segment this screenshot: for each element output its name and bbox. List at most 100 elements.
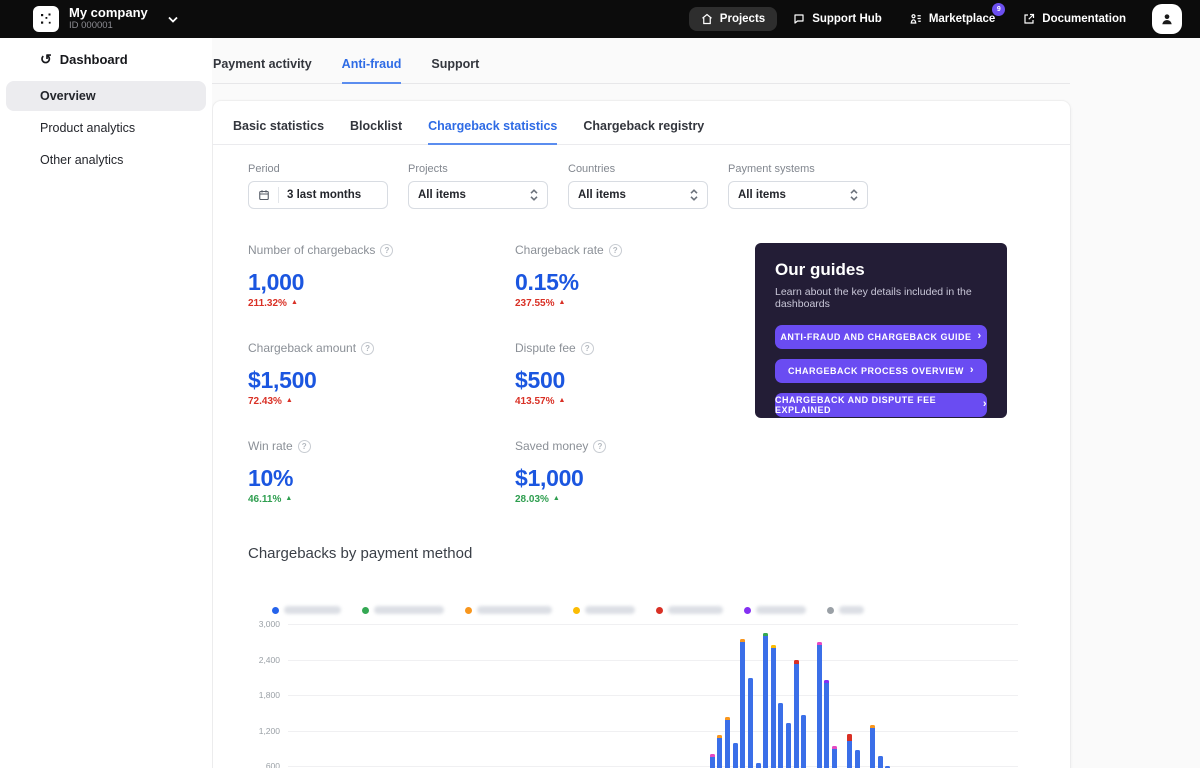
company-switcher[interactable]: My company ID 000001 (33, 6, 178, 32)
topbar-button-projects[interactable]: Projects (689, 7, 777, 31)
bar-fill (717, 738, 722, 768)
topbar-button-label: Support Hub (812, 13, 882, 25)
tab-anti-fraud[interactable]: Anti-fraud (342, 57, 402, 84)
stat-label-text: Chargeback rate (515, 243, 604, 257)
legend-item-6[interactable] (827, 606, 864, 614)
y-axis-tick: 1,800 (248, 690, 280, 700)
chart-bar[interactable] (847, 734, 852, 768)
chart-bar[interactable] (832, 746, 837, 768)
avatar-button[interactable] (1152, 4, 1182, 34)
help-question-icon[interactable]: ? (298, 440, 311, 453)
chevron-right-icon: › (970, 364, 974, 376)
chart-bar[interactable] (824, 680, 829, 768)
legend-dot (362, 607, 369, 614)
chart-bar[interactable] (878, 756, 883, 768)
chart-bar[interactable] (778, 703, 783, 768)
stat-value: $1,000 (515, 465, 755, 492)
guide-button-label: ANTI-FRAUD AND CHARGEBACK GUIDE (780, 332, 971, 342)
filter-select[interactable]: All items (568, 181, 708, 209)
guide-button[interactable]: CHARGEBACK AND DISPUTE FEE EXPLAINED› (775, 393, 987, 417)
sidebar-item-overview[interactable]: Overview (6, 81, 206, 111)
chart-bar[interactable] (733, 743, 738, 768)
filter-select[interactable]: All items (408, 181, 548, 209)
tab-payment-activity[interactable]: Payment activity (213, 57, 312, 84)
stat-win-rate: Win rate?10%46.11%▲ (248, 439, 515, 505)
bar-fill (725, 720, 730, 768)
chart-bar[interactable] (855, 750, 860, 768)
person-icon (1160, 12, 1174, 26)
stat-value: $500 (515, 367, 755, 394)
legend-label-redacted (668, 606, 723, 614)
sidebar-header[interactable]: ↺ Dashboard (40, 52, 212, 67)
sidebar-item-other-analytics[interactable]: Other analytics (6, 145, 206, 175)
tab-basic-statistics[interactable]: Basic statistics (233, 119, 324, 145)
stat-label-text: Number of chargebacks (248, 243, 375, 257)
stat-delta: 46.11%▲ (248, 494, 515, 505)
guide-button[interactable]: CHARGEBACK PROCESS OVERVIEW› (775, 359, 987, 383)
chart-bar[interactable] (801, 715, 806, 768)
chevron-right-icon: › (978, 330, 982, 342)
help-question-icon[interactable]: ? (581, 342, 594, 355)
period-date-input[interactable]: 3 last months (248, 181, 388, 209)
guide-button[interactable]: ANTI-FRAUD AND CHARGEBACK GUIDE › (775, 325, 987, 349)
legend-item-0[interactable] (272, 606, 341, 614)
help-question-icon[interactable]: ? (361, 342, 374, 355)
stat-label: Saved money? (515, 439, 755, 453)
topbar-button-label: Projects (720, 13, 765, 25)
chart-bar[interactable] (771, 645, 776, 768)
y-axis-tick: 600 (248, 761, 280, 768)
filter-value: All items (738, 189, 850, 201)
legend-item-2[interactable] (465, 606, 552, 614)
filter-select[interactable]: All items (728, 181, 868, 209)
topbar-button-support-hub[interactable]: Support Hub (781, 7, 894, 31)
stat-value: 10% (248, 465, 515, 492)
tab-support[interactable]: Support (431, 57, 479, 84)
bar-fill (740, 642, 745, 768)
bar-fill (794, 664, 799, 768)
chart-bar[interactable] (794, 660, 799, 768)
chart-bar[interactable] (725, 717, 730, 768)
sidebar-header-label: Dashboard (60, 52, 128, 67)
legend-label-redacted (756, 606, 806, 614)
chart-bar[interactable] (740, 639, 745, 768)
topbar-button-documentation[interactable]: Documentation (1011, 7, 1138, 31)
help-question-icon[interactable]: ? (609, 244, 622, 257)
sidebar-item-product-analytics[interactable]: Product analytics (6, 113, 206, 143)
stat-delta-text: 211.32% (248, 298, 287, 309)
legend-item-1[interactable] (362, 606, 444, 614)
y-axis-tick: 1,200 (248, 726, 280, 736)
chart-bar[interactable] (817, 642, 822, 768)
legend-dot (656, 607, 663, 614)
tab-chargeback-statistics[interactable]: Chargeback statistics (428, 119, 557, 145)
tab-chargeback-registry[interactable]: Chargeback registry (583, 119, 704, 145)
legend-label-redacted (585, 606, 635, 614)
help-question-icon[interactable]: ? (380, 244, 393, 257)
legend-item-3[interactable] (573, 606, 635, 614)
stat-chargeback-rate: Chargeback rate?0.15%237.55%▲ (515, 243, 755, 309)
legend-dot (744, 607, 751, 614)
chart-bar[interactable] (748, 678, 753, 768)
tab-blocklist[interactable]: Blocklist (350, 119, 402, 145)
chart-bar[interactable] (763, 633, 768, 768)
chart-bar[interactable] (756, 763, 761, 768)
chart-bar[interactable] (786, 723, 791, 768)
topbar-button-marketplace[interactable]: Marketplace9 (898, 7, 1007, 31)
chevron-right-icon: › (983, 398, 987, 410)
chart-bar[interactable] (710, 754, 715, 768)
bar-fill (771, 648, 776, 768)
help-question-icon[interactable]: ? (593, 440, 606, 453)
bar-fill (710, 757, 715, 768)
filter-label: Countries (568, 163, 708, 175)
bar-fill (817, 645, 822, 768)
topbar-button-label: Marketplace (929, 13, 995, 25)
legend-item-4[interactable] (656, 606, 723, 614)
legend-item-5[interactable] (744, 606, 806, 614)
stat-delta-text: 72.43% (248, 396, 282, 407)
chart-bar[interactable] (870, 725, 875, 768)
chart-bar[interactable] (717, 735, 722, 768)
stat-label-text: Chargeback amount (248, 341, 356, 355)
arrow-up-icon: ▲ (558, 397, 565, 404)
chevron-down-icon[interactable] (168, 16, 178, 23)
guides-subtitle: Learn about the key details included in … (775, 286, 987, 310)
legend-dot (827, 607, 834, 614)
